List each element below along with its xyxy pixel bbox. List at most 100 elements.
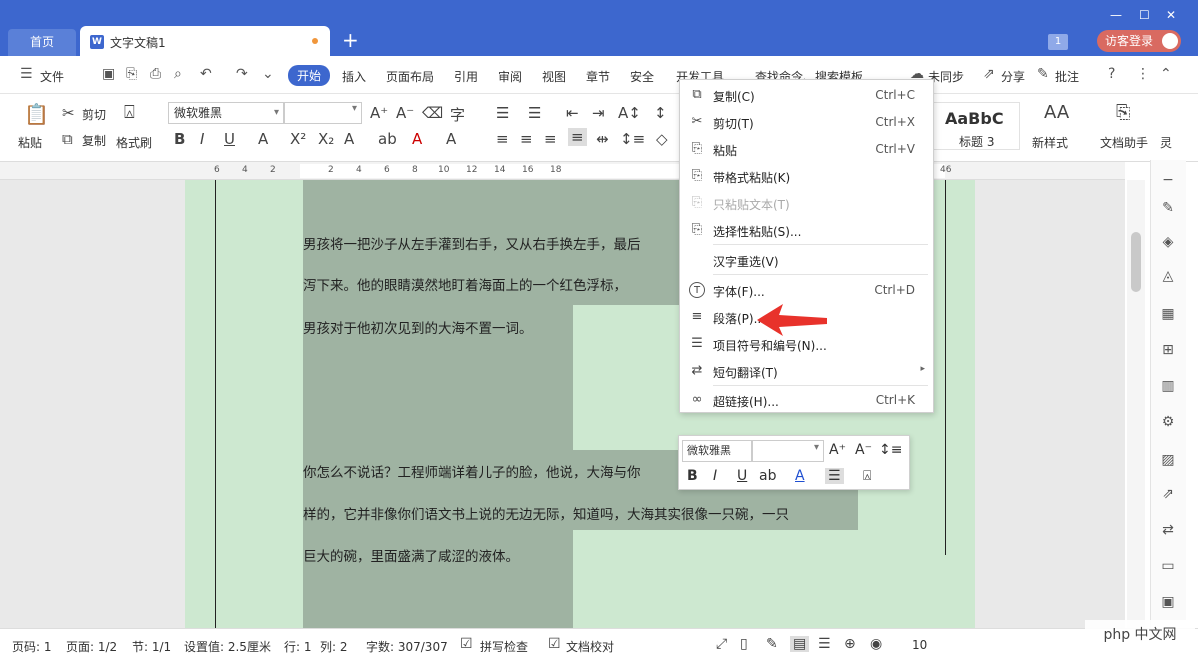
strikethrough-icon[interactable]: A — [258, 130, 268, 148]
outline-view-icon[interactable]: ☰ — [818, 636, 831, 652]
format-painter-icon[interactable]: ⍓ — [863, 468, 871, 484]
subscript-icon[interactable]: X₂ — [318, 130, 334, 148]
maximize-icon[interactable]: ☐ — [1139, 8, 1150, 22]
new-style-button[interactable]: 新样式 — [1032, 134, 1068, 151]
menu-chapter[interactable]: 章节 — [586, 68, 610, 85]
copy-button[interactable]: 复制 — [82, 132, 106, 149]
settings-icon[interactable]: ⚙ — [1159, 414, 1177, 432]
menu-insert[interactable]: 插入 — [342, 68, 366, 85]
spell-check-button[interactable]: 拼写检查 — [480, 638, 528, 655]
minimize-icon[interactable]: — — [1110, 8, 1122, 22]
setting-value[interactable]: 设置值: 2.5厘米 — [184, 638, 271, 655]
increase-indent-icon[interactable]: ⇥ — [592, 104, 605, 122]
doc-line[interactable]: 样的，它并非像你们语文书上说的无边无际，知道吗，大海其实很像一只碗，一只 — [303, 503, 789, 523]
menu-reference[interactable]: 引用 — [454, 68, 478, 85]
undo-icon[interactable]: ↶ — [200, 66, 212, 82]
justify-icon[interactable]: ≡ — [568, 128, 587, 146]
col-info[interactable]: 列: 2 — [320, 638, 348, 655]
share-button[interactable]: 分享 — [1001, 68, 1025, 85]
distribute-icon[interactable]: ⇹ — [596, 130, 609, 148]
page-count[interactable]: 页面: 1/2 — [66, 638, 117, 655]
menu-file[interactable]: 文件 — [40, 68, 64, 85]
italic-icon[interactable]: I — [713, 468, 717, 484]
box-icon[interactable]: ▭ — [1159, 558, 1177, 576]
ctx-reselect-hanzi[interactable]: 汉字重选(V) — [680, 247, 933, 273]
sort-icon[interactable]: ↕ — [654, 104, 667, 122]
style-gallery[interactable]: AaBbC 标题 3 — [930, 102, 1020, 150]
line-spacing-icon[interactable]: ↕≡ — [620, 130, 645, 148]
format-painter-button[interactable]: 格式刷 — [116, 134, 152, 151]
clear-format-icon[interactable]: ⌫ — [422, 104, 443, 122]
align-left-icon[interactable]: ≡ — [496, 130, 509, 148]
collapse-ribbon-icon[interactable]: ⌃ — [1160, 66, 1172, 82]
window-count-badge[interactable]: 1 — [1048, 34, 1068, 50]
doc-line[interactable]: 你怎么不说话？工程师端详着儿子的脸，他说，大海与你 — [303, 461, 641, 481]
doc-line[interactable]: 泻下来。他的眼睛漠然地盯着海面上的一个红色浮标， — [303, 274, 627, 294]
more-tools-button[interactable]: 灵 — [1160, 134, 1172, 151]
more-icon[interactable]: ⋮ — [1136, 66, 1150, 82]
phonetic-icon[interactable]: 字 — [450, 104, 465, 125]
align-icon[interactable]: ☰ — [825, 468, 844, 484]
scissors-icon[interactable]: ✂ — [62, 104, 75, 122]
more-quick-icon[interactable]: ⌄ — [262, 66, 274, 82]
text-direction-icon[interactable]: A↕ — [618, 104, 641, 122]
grid-icon[interactable]: ⊞ — [1159, 342, 1177, 360]
page-view-icon[interactable]: ▤ — [790, 636, 810, 652]
fullscreen-icon[interactable]: ⤢ — [716, 636, 727, 652]
shading-icon[interactable]: ◇ — [656, 130, 668, 148]
ctx-paste-format[interactable]: ⎘ 带格式粘贴(K) — [680, 163, 933, 189]
ctx-copy[interactable]: ⧉ 复制(C) Ctrl+C — [680, 82, 933, 108]
table-icon[interactable]: ▦ — [1159, 306, 1177, 324]
italic-icon[interactable]: I — [200, 130, 204, 148]
scroll-thumb[interactable] — [1131, 232, 1141, 292]
bold-icon[interactable]: B — [687, 468, 698, 484]
picture-icon[interactable]: ▣ — [1159, 594, 1177, 612]
format-painter-icon[interactable]: ⍓ — [124, 102, 135, 123]
word-count[interactable]: 字数: 307/307 — [366, 638, 448, 655]
new-style-icon[interactable]: AA — [1044, 102, 1069, 123]
image-icon[interactable]: ▨ — [1159, 452, 1177, 470]
menu-review[interactable]: 审阅 — [498, 68, 522, 85]
fill-icon[interactable]: ◬ — [1159, 268, 1177, 286]
menu-start[interactable]: 开始 — [288, 65, 331, 86]
shrink-font-icon[interactable]: A⁻ — [396, 104, 414, 122]
annotate-button[interactable]: 批注 — [1055, 68, 1079, 85]
menu-security[interactable]: 安全 — [630, 68, 654, 85]
ctx-hyperlink[interactable]: ∞ 超链接(H)... Ctrl+K — [680, 387, 933, 413]
doc-assistant-button[interactable]: 文档助手 — [1100, 134, 1148, 151]
font-color-icon[interactable]: A — [795, 468, 805, 484]
highlight-icon[interactable]: ab — [378, 130, 397, 148]
help-icon[interactable]: ? — [1108, 66, 1115, 82]
numbered-list-icon[interactable]: ☰ — [528, 104, 541, 122]
paste-icon[interactable]: 📋 — [24, 102, 49, 126]
line-spacing-icon[interactable]: ↕≡ — [879, 442, 902, 458]
underline-icon[interactable]: U — [737, 468, 747, 484]
export-icon[interactable]: ⎘ — [126, 66, 137, 82]
doc-line[interactable]: 男孩对于他初次见到的大海不置一词。 — [303, 317, 533, 337]
read-mode-icon[interactable]: ▯ — [740, 636, 748, 652]
share-icon[interactable]: ⇗ — [983, 66, 995, 82]
mini-font-size-select[interactable] — [752, 440, 824, 462]
vertical-scrollbar[interactable] — [1127, 180, 1145, 628]
hamburger-icon[interactable]: ☰ — [20, 66, 33, 82]
doc-proof-button[interactable]: 文档校对 — [566, 638, 614, 655]
font-size-select[interactable] — [284, 102, 362, 124]
zoom-level[interactable]: 10 — [912, 638, 927, 652]
align-right-icon[interactable]: ≡ — [544, 130, 557, 148]
tab-document[interactable]: W 文字文稿1 — [80, 26, 330, 56]
print-preview-icon[interactable]: ⌕ — [174, 66, 182, 82]
redo-icon[interactable]: ↷ — [236, 66, 248, 82]
login-button[interactable]: 访客登录 — [1097, 30, 1181, 52]
grow-font-icon[interactable]: A⁺ — [829, 442, 846, 458]
grow-font-icon[interactable]: A⁺ — [370, 104, 388, 122]
underline-icon[interactable]: U — [224, 130, 235, 148]
row-info[interactable]: 行: 1 — [284, 638, 312, 655]
page-number[interactable]: 页码: 1 — [12, 638, 52, 655]
doc-line[interactable]: 巨大的碗，里面盛满了咸涩的液体。 — [303, 545, 519, 565]
eye-protect-icon[interactable]: ◉ — [870, 636, 882, 652]
cut-button[interactable]: 剪切 — [82, 106, 106, 123]
copy-icon[interactable]: ⧉ — [62, 130, 73, 148]
web-view-icon[interactable]: ⊕ — [844, 636, 856, 652]
font-color-icon[interactable]: A — [412, 130, 422, 148]
horizontal-ruler[interactable]: 6 4 2 2 4 6 8 10 12 14 16 18 46 — [0, 162, 1125, 180]
